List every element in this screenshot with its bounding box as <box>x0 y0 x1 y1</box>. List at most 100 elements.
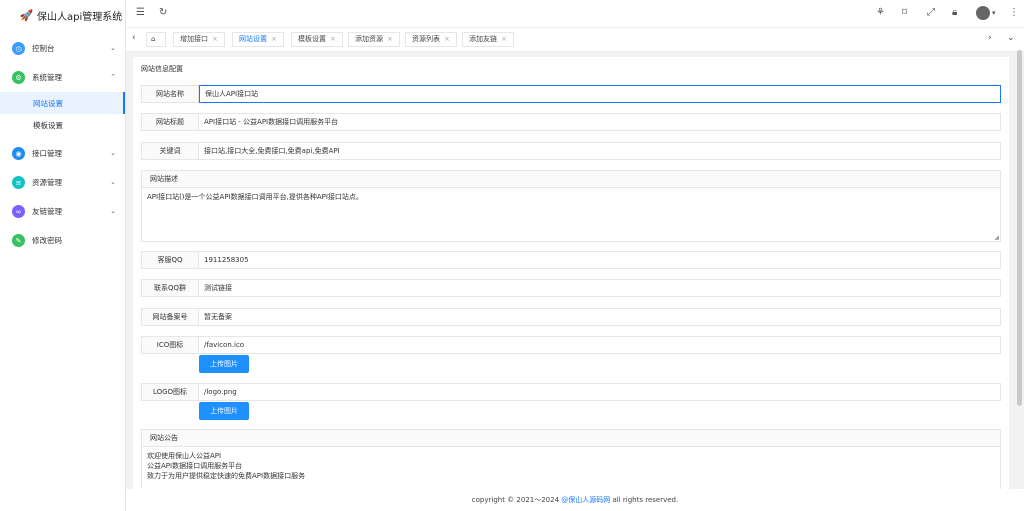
more-vertical-icon[interactable]: ⋮ <box>1009 7 1019 18</box>
menu-fold-icon[interactable]: ☰ <box>136 7 145 18</box>
app-title: 保山人api管理系统 <box>37 11 123 23</box>
close-icon[interactable]: × <box>387 35 393 43</box>
qq-row: 客服QQ 1911258305 <box>141 251 1001 269</box>
footer: copyright © 2021～2024 @保山人源码网 all rights… <box>126 489 1024 511</box>
tab-label: 添加友链 <box>469 35 497 43</box>
tab-add-api[interactable]: 增加接口 × <box>173 32 225 47</box>
chevron-down-icon: ⌄ <box>110 149 116 157</box>
sidebar-subitem-site-settings[interactable]: 网站设置 <box>0 92 125 114</box>
resize-handle-icon[interactable]: ◢ <box>994 234 999 241</box>
sidebar-item-api[interactable]: ◉ 接口管理 ⌄ <box>0 139 125 168</box>
sidebar-menu: ◷ 控制台 ⌄ ⚙ 系统管理 ⌃ 网站设置 模板设置 ◉ 接口管理 ⌄ ≡ 资源… <box>0 34 125 255</box>
tag-icon[interactable]: ⌑ <box>902 7 907 18</box>
site-title-row: 网站标题 API接口站 - 公益API数据接口调用服务平台 <box>141 113 1001 131</box>
ico-label: ICO图标 <box>141 336 199 354</box>
theme-icon[interactable]: ⚘ <box>876 7 885 18</box>
icp-row: 网站备案号 暂无备案 <box>141 308 1001 326</box>
refresh-icon[interactable]: ↻ <box>159 7 167 18</box>
ico-row: ICO图标 /favicon.ico <box>141 336 1001 354</box>
fullscreen-icon[interactable]: ⤢ <box>927 7 935 18</box>
notice-label: 网站公告 <box>142 430 1000 447</box>
qq-input[interactable]: 1911258305 <box>199 251 1001 269</box>
sidebar: 🚀 保山人api管理系统 ◷ 控制台 ⌄ ⚙ 系统管理 ⌃ 网站设置 模板设置 … <box>0 0 126 511</box>
sidebar-subitem-template-settings[interactable]: 模板设置 <box>0 114 125 136</box>
site-name-row: 网站名称 保山人API接口站 <box>141 85 1001 103</box>
notice-block: 网站公告 欢迎使用保山人公益API 公益API数据接口调用服务平台 致力于为用户… <box>141 429 1001 489</box>
icp-input[interactable]: 暂无备案 <box>199 308 1001 326</box>
tab-label: 网站设置 <box>239 35 267 43</box>
sidebar-item-label: 资源管理 <box>32 178 62 187</box>
link-icon: ∞ <box>12 205 25 218</box>
notice-textarea[interactable]: 欢迎使用保山人公益API 公益API数据接口调用服务平台 致力于为用户提供稳定快… <box>142 447 1000 485</box>
keywords-input[interactable]: 接口站,接口大全,免费接口,免费api,免费API <box>199 142 1001 160</box>
home-icon: ⌂ <box>151 35 156 43</box>
sidebar-item-password[interactable]: ✎ 修改密码 <box>0 226 125 255</box>
sidebar-item-label: 接口管理 <box>32 149 62 158</box>
tabs-bar: ‹ ⌂ 增加接口 × 网站设置 × 模板设置 × 添加资源 × 资源列表 × 添加友链 × … <box>126 28 1024 52</box>
scrollbar[interactable] <box>1017 50 1022 406</box>
close-icon[interactable]: × <box>271 35 277 43</box>
sidebar-subitem-label: 网站设置 <box>33 98 63 108</box>
chevron-down-icon: ⌄ <box>110 44 116 52</box>
description-textarea[interactable]: API接口站()是一个公益API数据接口调用平台,提供各种API接口站点。 <box>142 188 1000 206</box>
api-icon: ◉ <box>12 147 25 160</box>
notice-line: 致力于为用户提供稳定快速的免费API数据接口服务 <box>147 472 306 480</box>
tab-resource-list[interactable]: 资源列表 × <box>405 32 457 47</box>
sidebar-subitem-label: 模板设置 <box>33 120 63 130</box>
keywords-label: 关键词 <box>141 142 199 160</box>
close-icon[interactable]: × <box>212 35 218 43</box>
tab-label: 添加资源 <box>355 35 383 43</box>
logo-row: LOGO图标 /logo.png <box>141 383 1001 401</box>
app-logo[interactable]: 🚀 保山人api管理系统 <box>0 0 125 30</box>
sidebar-item-system[interactable]: ⚙ 系统管理 ⌃ <box>0 63 125 92</box>
tab-site-settings[interactable]: 网站设置 × <box>232 32 284 47</box>
section-title: 网站信息配置 <box>141 65 183 73</box>
rocket-icon: 🚀 <box>19 8 34 22</box>
logo-label: LOGO图标 <box>141 383 199 401</box>
chevron-down-icon: ⌄ <box>110 207 116 215</box>
icp-label: 网站备案号 <box>141 308 199 326</box>
tab-scroll-left-icon[interactable]: ‹ <box>132 33 136 43</box>
settings-icon: ⚙ <box>12 71 25 84</box>
tab-add-link[interactable]: 添加友链 × <box>462 32 514 47</box>
tab-template-settings[interactable]: 模板设置 × <box>291 32 343 47</box>
footer-brand-link[interactable]: @保山人源码网 <box>561 496 610 504</box>
sidebar-item-links[interactable]: ∞ 友链管理 ⌄ <box>0 197 125 226</box>
sidebar-item-label: 控制台 <box>32 44 55 53</box>
close-icon[interactable]: × <box>330 35 336 43</box>
logo-input[interactable]: /logo.png <box>199 383 1001 401</box>
keywords-row: 关键词 接口站,接口大全,免费接口,免费api,免费API <box>141 142 1001 160</box>
close-icon[interactable]: × <box>501 35 507 43</box>
close-icon[interactable]: × <box>444 35 450 43</box>
sidebar-item-label: 修改密码 <box>32 236 62 245</box>
qq-group-label: 联系QQ群 <box>141 279 199 297</box>
site-name-label: 网站名称 <box>141 85 199 103</box>
tab-label: 增加接口 <box>180 35 208 43</box>
dashboard-icon: ◷ <box>12 42 25 55</box>
tab-menu-chevron-icon[interactable]: ⌄ <box>1007 33 1015 43</box>
footer-suffix: all rights reserved. <box>610 496 679 504</box>
chevron-down-icon: ⌄ <box>110 178 116 186</box>
tab-add-resource[interactable]: 添加资源 × <box>348 32 400 47</box>
sidebar-item-dashboard[interactable]: ◷ 控制台 ⌄ <box>0 34 125 63</box>
ico-input[interactable]: /favicon.ico <box>199 336 1001 354</box>
site-title-input[interactable]: API接口站 - 公益API数据接口调用服务平台 <box>199 113 1001 131</box>
upload-logo-button[interactable]: 上传图片 <box>199 402 249 420</box>
notice-line: 公益API数据接口调用服务平台 <box>147 462 243 470</box>
site-title-label: 网站标题 <box>141 113 199 131</box>
notice-line: 欢迎使用保山人公益API <box>147 452 222 460</box>
tab-scroll-right-icon[interactable]: › <box>988 33 992 43</box>
home-tab[interactable]: ⌂ <box>146 32 166 47</box>
caret-down-icon[interactable]: ▾ <box>992 9 996 17</box>
password-icon: ✎ <box>12 234 25 247</box>
site-name-input[interactable]: 保山人API接口站 <box>199 85 1001 103</box>
sidebar-item-resource[interactable]: ≡ 资源管理 ⌄ <box>0 168 125 197</box>
qq-label: 客服QQ <box>141 251 199 269</box>
description-label: 网站描述 <box>142 171 1000 188</box>
settings-panel: 网站信息配置 网站名称 保山人API接口站 网站标题 API接口站 - 公益AP… <box>133 57 1009 489</box>
avatar[interactable] <box>976 6 990 20</box>
tab-label: 模板设置 <box>298 35 326 43</box>
qq-group-input[interactable]: 测试链接 <box>199 279 1001 297</box>
upload-ico-button[interactable]: 上传图片 <box>199 355 249 373</box>
lock-icon[interactable]: 🔒︎ <box>952 7 957 18</box>
